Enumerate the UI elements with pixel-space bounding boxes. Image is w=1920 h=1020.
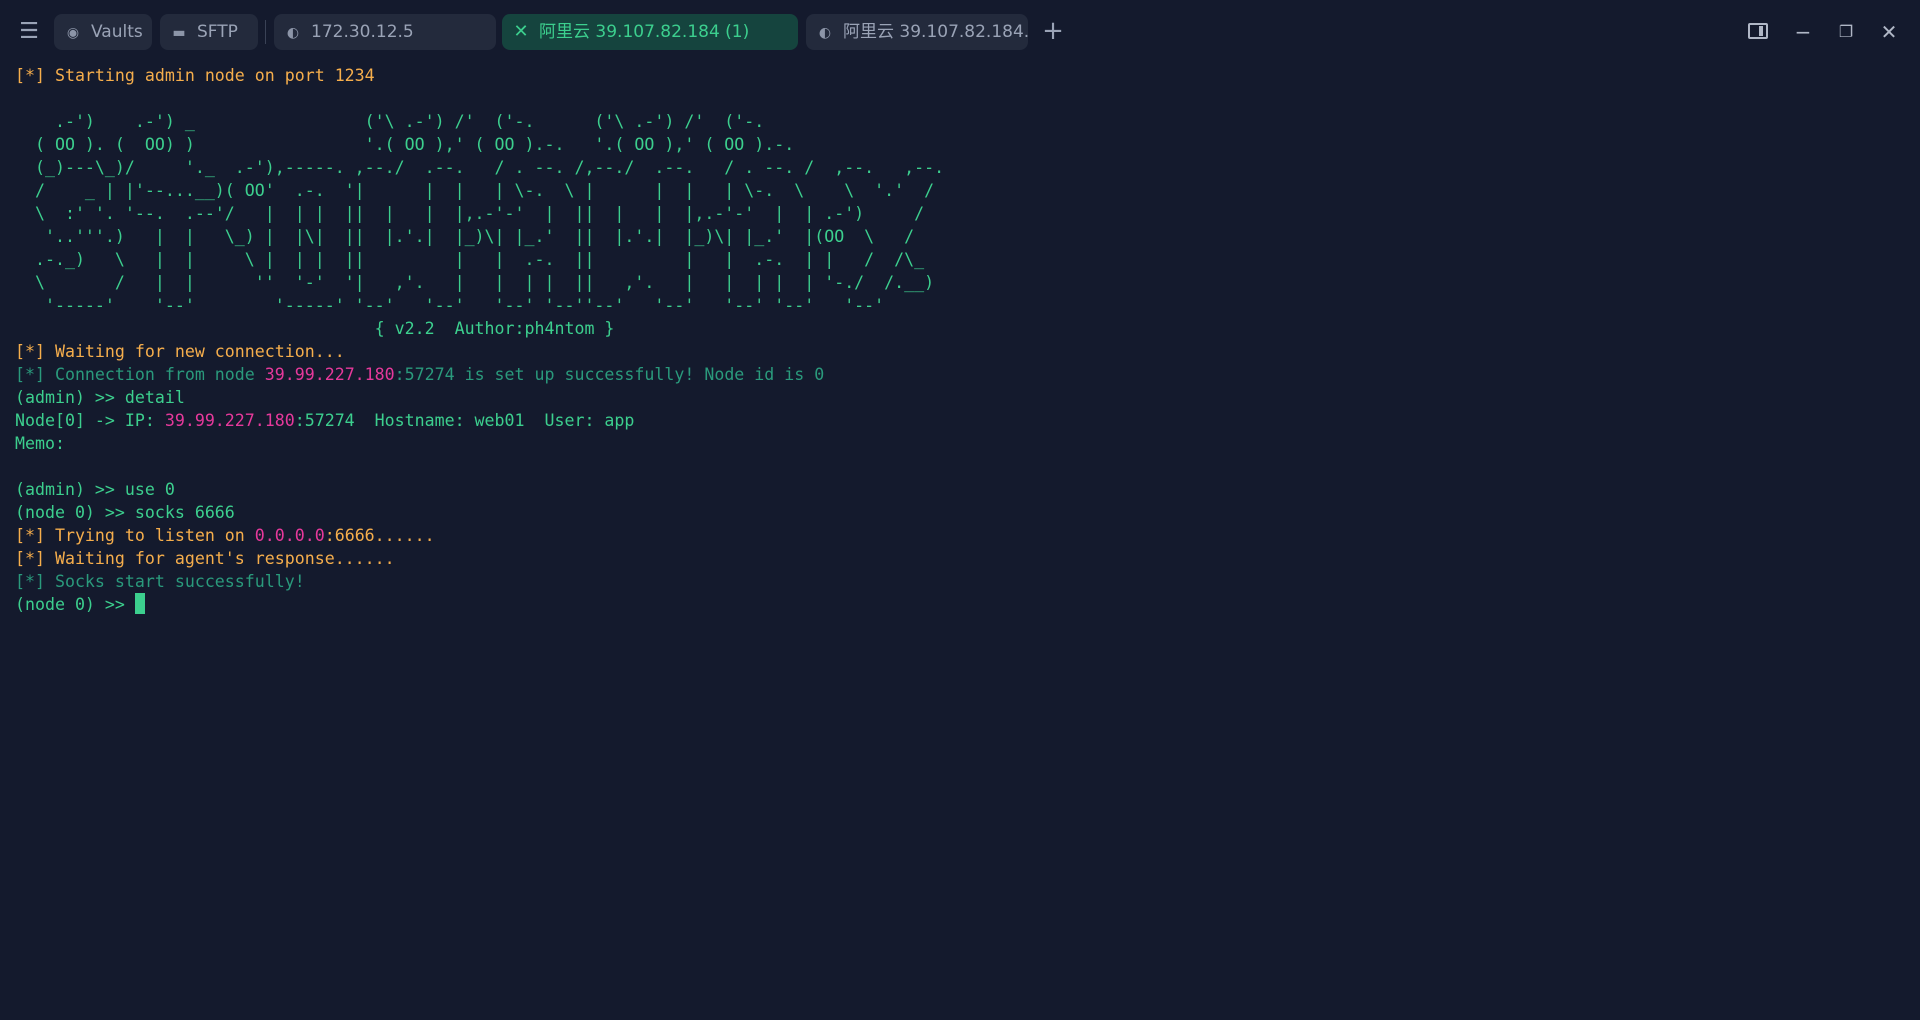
vault-icon: ◉: [66, 25, 80, 41]
terminal-cmd-detail: (admin) >> detail: [15, 388, 185, 407]
close-icon[interactable]: ✕: [511, 14, 531, 50]
terminal-node-line: Node[0] -> IP: 39.99.227.180:57274 Hostn…: [15, 409, 944, 432]
tab-label: 阿里云 39.107.82.184...: [843, 22, 1028, 42]
folder-icon: ▬: [172, 25, 186, 41]
terminal-line-socks-ok: [*] Socks start successfully!: [15, 572, 305, 591]
terminal-line-listen: [*] Trying to listen on 0.0.0.0:6666....…: [15, 524, 944, 547]
tab-label: 阿里云 39.107.82.184 (1): [539, 22, 750, 42]
tab-aliyun-active[interactable]: ✕ 阿里云 39.107.82.184 (1): [502, 14, 798, 50]
terminal-line-wait-agent: [*] Waiting for agent's response......: [15, 549, 395, 568]
tab-label: 172.30.12.5: [311, 22, 414, 42]
banner-line: .-._) \ | | \ | | | || | | .-. || | | .-…: [15, 250, 925, 269]
close-window-icon[interactable]: ✕: [1874, 18, 1904, 46]
terminal-cmd-socks: (node 0) >> socks 6666: [15, 503, 235, 522]
linux-icon: ◐: [818, 25, 832, 41]
listen-suffix: :6666......: [324, 526, 435, 545]
banner-line: \ :' '. '--. .--'/ | | | || | | |,.-'-' …: [15, 204, 925, 223]
node-prefix: Node[0] -> IP:: [15, 411, 165, 430]
node-ip: 39.99.227.180: [164, 411, 295, 430]
terminal-line-starting: [*] Starting admin node on port 1234: [15, 66, 375, 85]
tab-divider: [265, 20, 266, 44]
minimize-icon[interactable]: −: [1788, 18, 1818, 46]
listen-ip: 0.0.0.0: [254, 526, 325, 545]
tab-label: SFTP: [197, 22, 238, 42]
listen-prefix: [*] Trying to listen on: [15, 526, 255, 545]
hamburger-menu-icon[interactable]: ☰: [14, 18, 44, 46]
banner-line: .-') .-') _ ('\ .-') /' ('-. ('\ .-') /'…: [15, 112, 765, 131]
restore-icon[interactable]: ❐: [1831, 18, 1861, 46]
linux-icon: ◐: [286, 25, 300, 41]
terminal-cursor: [134, 593, 145, 614]
conn-prefix: [*] Connection from node: [15, 365, 265, 384]
conn-ip: 39.99.227.180: [264, 365, 395, 384]
banner-line: / _ | |'--...__)( OO' .-. '| | | | \-. \…: [15, 181, 935, 200]
banner-line: \ / | | '' '-' '| ,'. | | | | || ,'. | |…: [15, 273, 935, 292]
terminal-cmd-use: (admin) >> use 0: [15, 480, 175, 499]
title-bar: ☰ ◉ Vaults ▬ SFTP ◐ 172.30.12.5 ✕ 阿里云 39.107…: [0, 0, 1920, 64]
terminal-prompt-line[interactable]: (node 0) >>: [15, 593, 944, 616]
plus-icon: +: [1042, 16, 1064, 46]
split-view-icon[interactable]: [1748, 23, 1768, 39]
terminal-prompt: (node 0) >>: [15, 595, 135, 614]
tab-aliyun-2[interactable]: ◐ 阿里云 39.107.82.184...: [806, 14, 1028, 50]
terminal-output[interactable]: [*] Starting admin node on port 1234 .-'…: [15, 64, 944, 616]
tab-sftp[interactable]: ▬ SFTP: [160, 14, 258, 50]
banner-line: '..'''.) | | \_) | |\| || |.'.| |_)\| |_…: [15, 227, 915, 246]
conn-suffix: :57274 is set up successfully! Node id i…: [394, 365, 825, 384]
tab-host-172-30-12-5[interactable]: ◐ 172.30.12.5: [274, 14, 496, 50]
terminal-line-waiting: [*] Waiting for new connection...: [15, 342, 345, 361]
terminal-line-connection: [*] Connection from node 39.99.227.180:5…: [15, 363, 944, 386]
banner-line: ( OO ). ( OO) ) '.( OO ),' ( OO ).-. '.(…: [15, 135, 795, 154]
banner-line: '-----' '--' '-----' '--' '--' '--' '--'…: [15, 296, 885, 315]
terminal-memo: Memo:: [15, 434, 65, 453]
banner-line: (_)---\_)/ '._ .-'),-----. ,--./ .--. / …: [15, 158, 945, 177]
banner-version-line: { v2.2 Author:ph4ntom }: [15, 319, 615, 338]
node-suffix: :57274 Hostname: web01 User: app: [294, 411, 635, 430]
new-tab-button[interactable]: +: [1041, 16, 1065, 48]
tab-vaults[interactable]: ◉ Vaults: [54, 14, 152, 50]
tab-label: Vaults: [91, 22, 143, 42]
